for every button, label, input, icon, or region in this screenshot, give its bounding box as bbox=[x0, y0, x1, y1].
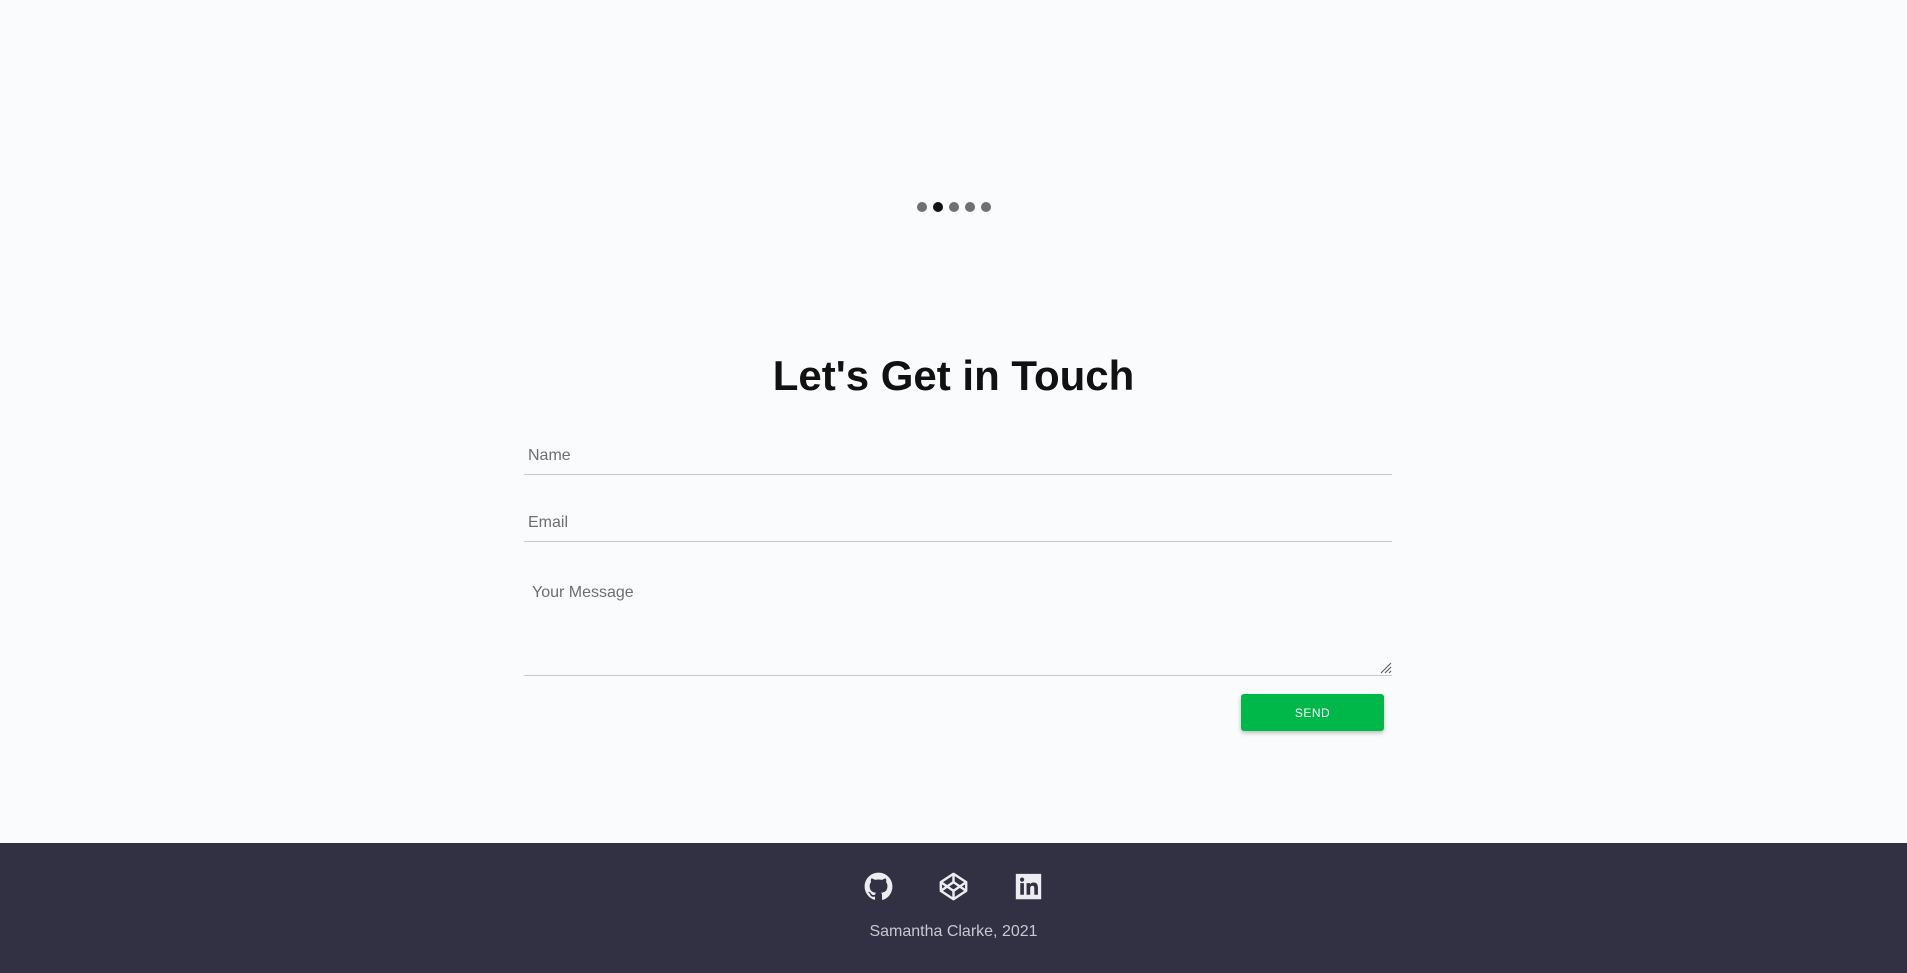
send-button[interactable]: SEND bbox=[1241, 694, 1384, 731]
name-input[interactable] bbox=[524, 438, 1392, 474]
message-field-container bbox=[524, 572, 1392, 676]
carousel-dot-3[interactable] bbox=[948, 202, 959, 212]
carousel-dot-4[interactable] bbox=[964, 202, 975, 212]
message-textarea[interactable] bbox=[524, 572, 1392, 675]
github-icon[interactable] bbox=[864, 872, 893, 901]
carousel-dot-2-active[interactable] bbox=[932, 202, 943, 212]
social-links bbox=[0, 872, 1907, 901]
resize-handle-icon[interactable] bbox=[1378, 660, 1392, 674]
linkedin-icon[interactable] bbox=[1014, 872, 1043, 901]
carousel-dots bbox=[0, 202, 1907, 212]
email-input[interactable] bbox=[524, 505, 1392, 541]
copyright-text: Samantha Clarke, 2021 bbox=[869, 923, 1038, 940]
contact-heading: Let's Get in Touch bbox=[772, 352, 1135, 399]
carousel-dot-1[interactable] bbox=[916, 202, 927, 212]
page: Let's Get in Touch SEND bbox=[0, 0, 1907, 973]
carousel-dot-5[interactable] bbox=[980, 202, 991, 212]
codepen-icon[interactable] bbox=[939, 872, 968, 901]
name-field-container bbox=[524, 438, 1392, 475]
contact-form: SEND bbox=[524, 438, 1392, 731]
email-field-container bbox=[524, 505, 1392, 542]
footer: Samantha Clarke, 2021 bbox=[0, 843, 1907, 973]
